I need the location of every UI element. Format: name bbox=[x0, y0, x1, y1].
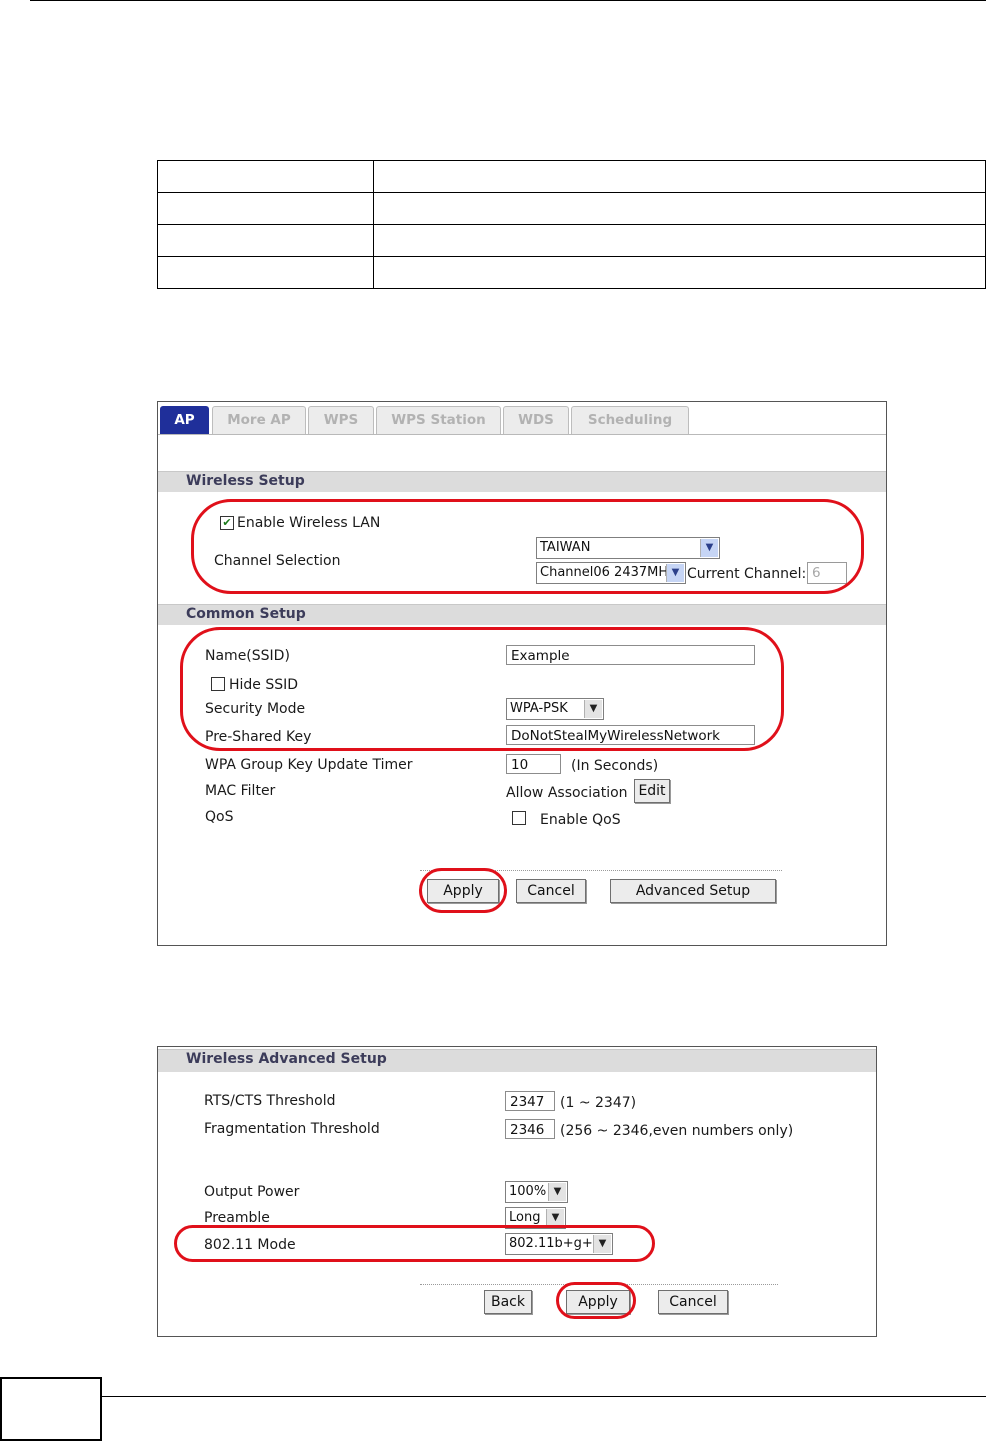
highlight-ring bbox=[191, 499, 864, 594]
rts-input[interactable]: 2347 bbox=[505, 1091, 555, 1111]
chevron-down-icon: ▼ bbox=[548, 1183, 566, 1201]
wireless-setup-header: Wireless Setup bbox=[158, 471, 886, 492]
rts-range: (1 ~ 2347) bbox=[560, 1095, 637, 1111]
rts-label: RTS/CTS Threshold bbox=[204, 1093, 336, 1109]
table-row bbox=[157, 256, 986, 289]
tab-wds[interactable]: WDS bbox=[503, 406, 569, 434]
header-rule bbox=[30, 0, 986, 1]
frag-label: Fragmentation Threshold bbox=[204, 1121, 380, 1137]
output-power-value: 100% bbox=[509, 1184, 547, 1199]
tab-more-ap[interactable]: More AP bbox=[212, 406, 306, 434]
qos-label: QoS bbox=[205, 809, 234, 825]
wpa-timer-unit: (In Seconds) bbox=[571, 758, 659, 774]
section-title: Wireless Advanced Setup bbox=[186, 1051, 387, 1067]
back-button[interactable]: Back bbox=[484, 1290, 532, 1314]
wireless-advanced-setup-header: Wireless Advanced Setup bbox=[158, 1049, 876, 1072]
section-title: Common Setup bbox=[186, 606, 306, 622]
tab-bar: AP More AP WPS WPS Station WDS Schedulin… bbox=[158, 402, 886, 435]
mac-filter-label: MAC Filter bbox=[205, 783, 276, 799]
highlight-ring bbox=[556, 1282, 636, 1319]
frag-range: (256 ~ 2346,even numbers only) bbox=[560, 1123, 794, 1139]
ap-settings-panel: AP More AP WPS WPS Station WDS Schedulin… bbox=[157, 401, 887, 946]
preamble-label: Preamble bbox=[204, 1210, 270, 1226]
enable-qos-checkbox[interactable] bbox=[512, 811, 526, 825]
wpa-timer-label: WPA Group Key Update Timer bbox=[205, 757, 413, 773]
table-row bbox=[157, 160, 986, 193]
highlight-ring bbox=[180, 627, 784, 751]
output-power-label: Output Power bbox=[204, 1184, 300, 1200]
table-row bbox=[157, 192, 986, 225]
cancel-button[interactable]: Cancel bbox=[516, 879, 586, 903]
wpa-timer-input[interactable]: 10 bbox=[506, 754, 561, 774]
enable-qos-label: Enable QoS bbox=[540, 812, 621, 828]
advanced-setup-button[interactable]: Advanced Setup bbox=[610, 879, 776, 903]
advanced-settings-panel: Wireless Advanced Setup RTS/CTS Threshol… bbox=[157, 1046, 877, 1337]
tab-wps-station[interactable]: WPS Station bbox=[376, 406, 501, 434]
edit-button[interactable]: Edit bbox=[634, 779, 670, 803]
table-row bbox=[157, 224, 986, 257]
preamble-value: Long bbox=[509, 1210, 541, 1225]
common-setup-header: Common Setup bbox=[158, 604, 886, 625]
mac-filter-value: Allow Association bbox=[506, 785, 628, 801]
tab-ap[interactable]: AP bbox=[160, 406, 209, 434]
highlight-ring bbox=[419, 868, 507, 913]
output-power-select[interactable]: 100% ▼ bbox=[505, 1181, 568, 1203]
frag-input[interactable]: 2346 bbox=[505, 1119, 555, 1139]
page-number-box bbox=[0, 1377, 102, 1441]
section-title: Wireless Setup bbox=[186, 473, 305, 489]
footer-rule bbox=[100, 1396, 986, 1397]
tab-scheduling[interactable]: Scheduling bbox=[571, 406, 689, 434]
cancel-button[interactable]: Cancel bbox=[658, 1290, 728, 1314]
highlight-ring bbox=[174, 1225, 655, 1262]
spec-table bbox=[157, 160, 986, 289]
tab-wps[interactable]: WPS bbox=[308, 406, 374, 434]
